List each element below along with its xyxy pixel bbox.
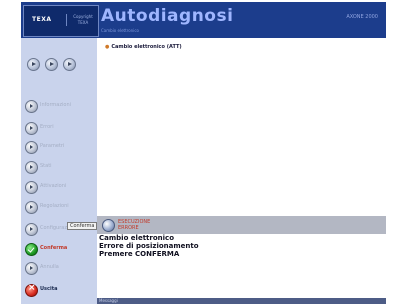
nav-back-button[interactable]	[27, 58, 40, 71]
logo-text: TEXA	[32, 16, 52, 23]
app-window: TEXA Copyright TEXA Autodiagnosi AXONE 2…	[21, 2, 386, 304]
sidebar: Informazioni Errori Parametri Stati Atti…	[21, 38, 97, 304]
tree-item[interactable]: ● Cambio elettronico (ATT)	[105, 44, 182, 50]
sidebar-item-label: Parametri	[40, 143, 65, 149]
main-panel: ● Cambio elettronico (ATT)	[97, 38, 386, 216]
play-icon	[25, 122, 38, 135]
sidebar-item-label: Stati	[40, 163, 52, 169]
sidebar-item-label: Annulla	[40, 264, 59, 270]
sidebar-item-label: Conferma	[40, 245, 68, 251]
sidebar-item-informazioni[interactable]: Informazioni	[25, 100, 95, 114]
tooltip: Conferma	[67, 222, 98, 230]
nav-home-button[interactable]	[45, 58, 58, 71]
check-icon	[25, 243, 38, 256]
sidebar-item-conferma[interactable]: Conferma	[25, 243, 95, 257]
play-icon	[25, 223, 38, 236]
tree-item-label: Cambio elettronico (ATT)	[111, 44, 182, 50]
footer-bar: Messaggi	[97, 298, 386, 304]
sidebar-item-uscita[interactable]: Uscita	[25, 283, 95, 298]
status-text: ESECUZIONE ERRORE	[118, 219, 158, 231]
logo: TEXA Copyright TEXA	[23, 5, 99, 37]
play-icon	[25, 161, 38, 174]
sidebar-item-label: Informazioni	[40, 102, 71, 108]
nav-forward-button[interactable]	[63, 58, 76, 71]
play-icon	[25, 181, 38, 194]
sidebar-item-errori[interactable]: Errori	[25, 122, 95, 136]
sidebar-item-label: Uscita	[40, 286, 58, 292]
play-icon	[25, 100, 38, 113]
play-icon	[25, 201, 38, 214]
close-icon	[25, 283, 38, 297]
sidebar-item-label: Attivazioni	[40, 183, 67, 189]
footer-text: Messaggi	[99, 298, 118, 303]
sidebar-item-stati[interactable]: Stati	[25, 161, 95, 175]
message-line-3: Premere CONFERMA	[99, 250, 180, 258]
status-icon	[102, 219, 115, 232]
app-header: TEXA Copyright TEXA Autodiagnosi AXONE 2…	[21, 2, 386, 38]
sidebar-item-attivazioni[interactable]: Attivazioni	[25, 181, 95, 195]
header-right-text: AXONE 2000	[346, 14, 378, 20]
logo-subtext: Copyright TEXA	[66, 14, 97, 26]
sidebar-item-regolazioni[interactable]: Regolazioni	[25, 201, 95, 215]
status-line-2: ERRORE	[118, 225, 139, 231]
message-line-2: Errore di posizionamento	[99, 242, 199, 250]
app-title: Autodiagnosi	[101, 6, 234, 26]
play-icon	[25, 141, 38, 154]
play-icon	[25, 262, 38, 275]
sidebar-item-label: Errori	[40, 124, 54, 130]
bullet-icon: ●	[105, 44, 110, 50]
status-bar: ESECUZIONE ERRORE	[97, 216, 386, 234]
header-subtitle: Cambio elettronico	[101, 28, 139, 33]
sidebar-item-annulla[interactable]: Annulla	[25, 262, 95, 276]
sidebar-item-label: Regolazioni	[40, 203, 69, 209]
message-area: Cambio elettronico Errore di posizioname…	[97, 234, 386, 298]
message-line-1: Cambio elettronico	[99, 234, 175, 242]
sidebar-item-parametri[interactable]: Parametri	[25, 141, 95, 155]
